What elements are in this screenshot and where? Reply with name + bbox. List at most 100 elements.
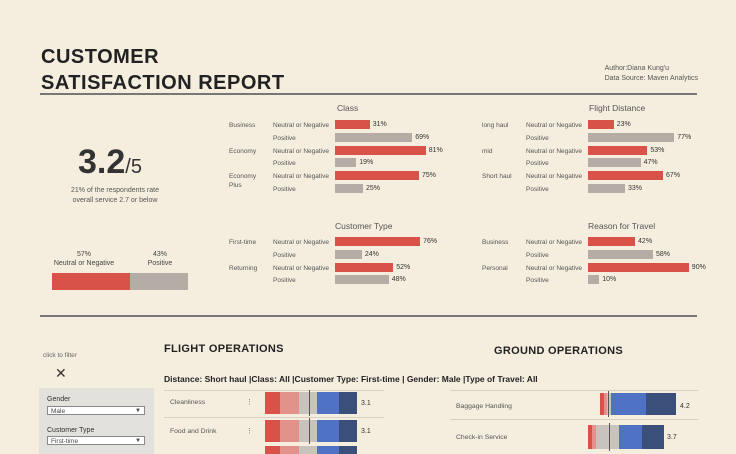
rating-segment-5 xyxy=(339,446,357,454)
flight-rating-bar[interactable] xyxy=(265,418,357,444)
sentiment-label: Positive xyxy=(526,134,549,142)
rating-segment-5 xyxy=(646,393,676,415)
summary-bar[interactable] xyxy=(52,273,188,290)
chevron-down-icon: ▼ xyxy=(135,438,141,444)
rating-segment-4 xyxy=(619,425,642,449)
percent-label: 69% xyxy=(415,133,430,141)
negative-bar[interactable] xyxy=(335,145,426,155)
sentiment-label: Neutral or Negative xyxy=(526,173,582,181)
class-chart-title: Class xyxy=(337,103,359,113)
percent-label: 52% xyxy=(396,263,411,271)
rating-segment-4 xyxy=(317,392,339,414)
flight-rating-bar[interactable] xyxy=(265,446,357,454)
positive-bar[interactable] xyxy=(335,249,362,259)
gender-select[interactable]: Male ▼ xyxy=(47,406,145,415)
category-label: Economy Plus xyxy=(229,173,257,190)
negative-bar[interactable] xyxy=(588,237,636,246)
author-text: Author:Diana Kung'u xyxy=(604,65,669,72)
positive-bar[interactable] xyxy=(335,132,413,142)
negative-bar[interactable] xyxy=(588,262,689,272)
category-label: mid xyxy=(482,147,493,155)
sentiment-label: Neutral or Negative xyxy=(273,264,329,272)
percent-label: 48% xyxy=(391,276,406,284)
positive-bar[interactable] xyxy=(335,275,389,285)
percent-label: 77% xyxy=(677,133,692,141)
close-icon[interactable]: ✕ xyxy=(55,365,67,382)
summary-neutral-label: Neutral or Negative xyxy=(53,260,115,267)
percent-label: 10% xyxy=(602,276,617,284)
percent-label: 76% xyxy=(423,238,438,245)
negative-bar[interactable] xyxy=(335,171,419,181)
flight-operations-title: FLIGHT OPERATIONS xyxy=(164,343,284,355)
sentiment-label: Positive xyxy=(526,277,549,285)
distance-chart: long haul Neutral or Negative 23% Positive 7… xyxy=(482,120,722,198)
rating-segment-4 xyxy=(317,420,339,442)
rating-segment-2 xyxy=(280,420,299,442)
rating-segment-2 xyxy=(280,446,299,454)
summary-positive-label: Positive xyxy=(147,260,173,267)
positive-bar[interactable] xyxy=(335,158,357,168)
negative-bar[interactable] xyxy=(335,120,370,129)
category-label: Business xyxy=(482,239,509,246)
rating-segment-5 xyxy=(642,425,664,449)
sentiment-label: Positive xyxy=(273,186,296,193)
sentiment-label: Neutral or Negative xyxy=(273,122,329,129)
detail-icon[interactable]: ⋮ xyxy=(246,427,253,435)
flight-row-label: Food and Drink xyxy=(170,428,217,435)
positive-bar[interactable] xyxy=(588,158,641,168)
negative-bar[interactable] xyxy=(588,171,664,181)
average-marker xyxy=(309,418,310,444)
percent-label: 19% xyxy=(359,159,374,167)
positive-bar[interactable] xyxy=(588,132,675,142)
summary-bar-negative[interactable] xyxy=(52,273,130,290)
rating-segment-1 xyxy=(265,446,280,454)
section-divider xyxy=(40,315,697,317)
gender-select-value: Male xyxy=(51,408,66,415)
positive-bar[interactable] xyxy=(588,249,653,259)
kpi-subtitle-line1: 21% of the respondents rate xyxy=(71,187,159,194)
category-label: long haul xyxy=(482,122,509,129)
detail-icon[interactable]: ⋮ xyxy=(246,398,253,406)
summary-neutral-pct: 57% xyxy=(76,251,91,258)
ground-rating-bar[interactable] xyxy=(600,391,676,417)
category-label: Business xyxy=(229,122,256,129)
negative-bar[interactable] xyxy=(335,262,394,272)
positive-bar[interactable] xyxy=(335,184,363,193)
class-chart: Business Neutral or Negative 31% Positive 69… xyxy=(229,120,469,198)
ground-row-label: Check-in Service xyxy=(456,434,508,441)
negative-bar[interactable] xyxy=(588,145,648,155)
customer-type-select[interactable]: First-time ▼ xyxy=(47,436,145,445)
positive-bar[interactable] xyxy=(588,275,600,285)
title-line-1: CUSTOMER xyxy=(41,46,160,68)
ground-rating-bar[interactable] xyxy=(588,423,676,451)
travel-chart-title: Reason for Travel xyxy=(588,221,656,231)
summary-positive-legend: 43% Positive xyxy=(135,250,185,268)
rating-segment-1 xyxy=(265,392,280,414)
category-label: Returning xyxy=(229,264,258,272)
flight-rating-value: 3.1 xyxy=(361,400,371,407)
percent-label: 25% xyxy=(366,185,381,192)
sentiment-label: Neutral or Negative xyxy=(526,239,582,246)
travel-chart: Business Neutral or Negative 42% Positive 58… xyxy=(482,237,722,297)
rating-segment-4 xyxy=(611,393,646,415)
flight-rating-bar[interactable] xyxy=(265,390,357,416)
data-source: Data Source: Maven Analytics xyxy=(605,74,698,84)
sentiment-label: Neutral or Negative xyxy=(273,239,329,246)
report-title: CUSTOMER SATISFACTION REPORT xyxy=(41,44,285,96)
sentiment-label: Positive xyxy=(526,160,549,168)
summary-neutral-legend: 57% Neutral or Negative xyxy=(50,250,118,268)
sentiment-label: Positive xyxy=(273,160,296,168)
percent-label: 58% xyxy=(655,250,670,258)
flight-row-label: Cleanliness xyxy=(170,399,206,406)
sentiment-label: Neutral or Negative xyxy=(526,147,582,155)
rating-segment-3 xyxy=(596,425,619,449)
filter-panel: Gender Male ▼ Customer Type First-time ▼ xyxy=(39,388,154,454)
negative-bar[interactable] xyxy=(588,120,614,129)
negative-bar[interactable] xyxy=(335,237,421,246)
sentiment-label: Positive xyxy=(526,251,549,259)
ground-rating-value: 3.7 xyxy=(667,434,677,441)
customer-chart: First-time Neutral or Negative 76% Positive… xyxy=(229,237,469,297)
score-scale: /5 xyxy=(125,156,142,178)
positive-bar[interactable] xyxy=(588,184,625,193)
rating-segment-1 xyxy=(265,420,280,442)
